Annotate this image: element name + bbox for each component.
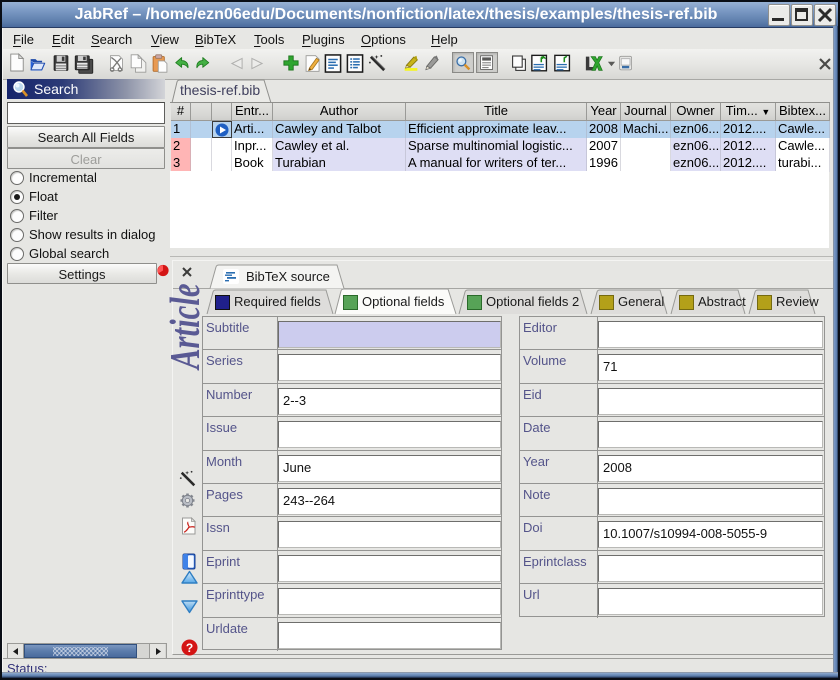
svg-text:?: ? <box>186 641 193 655</box>
